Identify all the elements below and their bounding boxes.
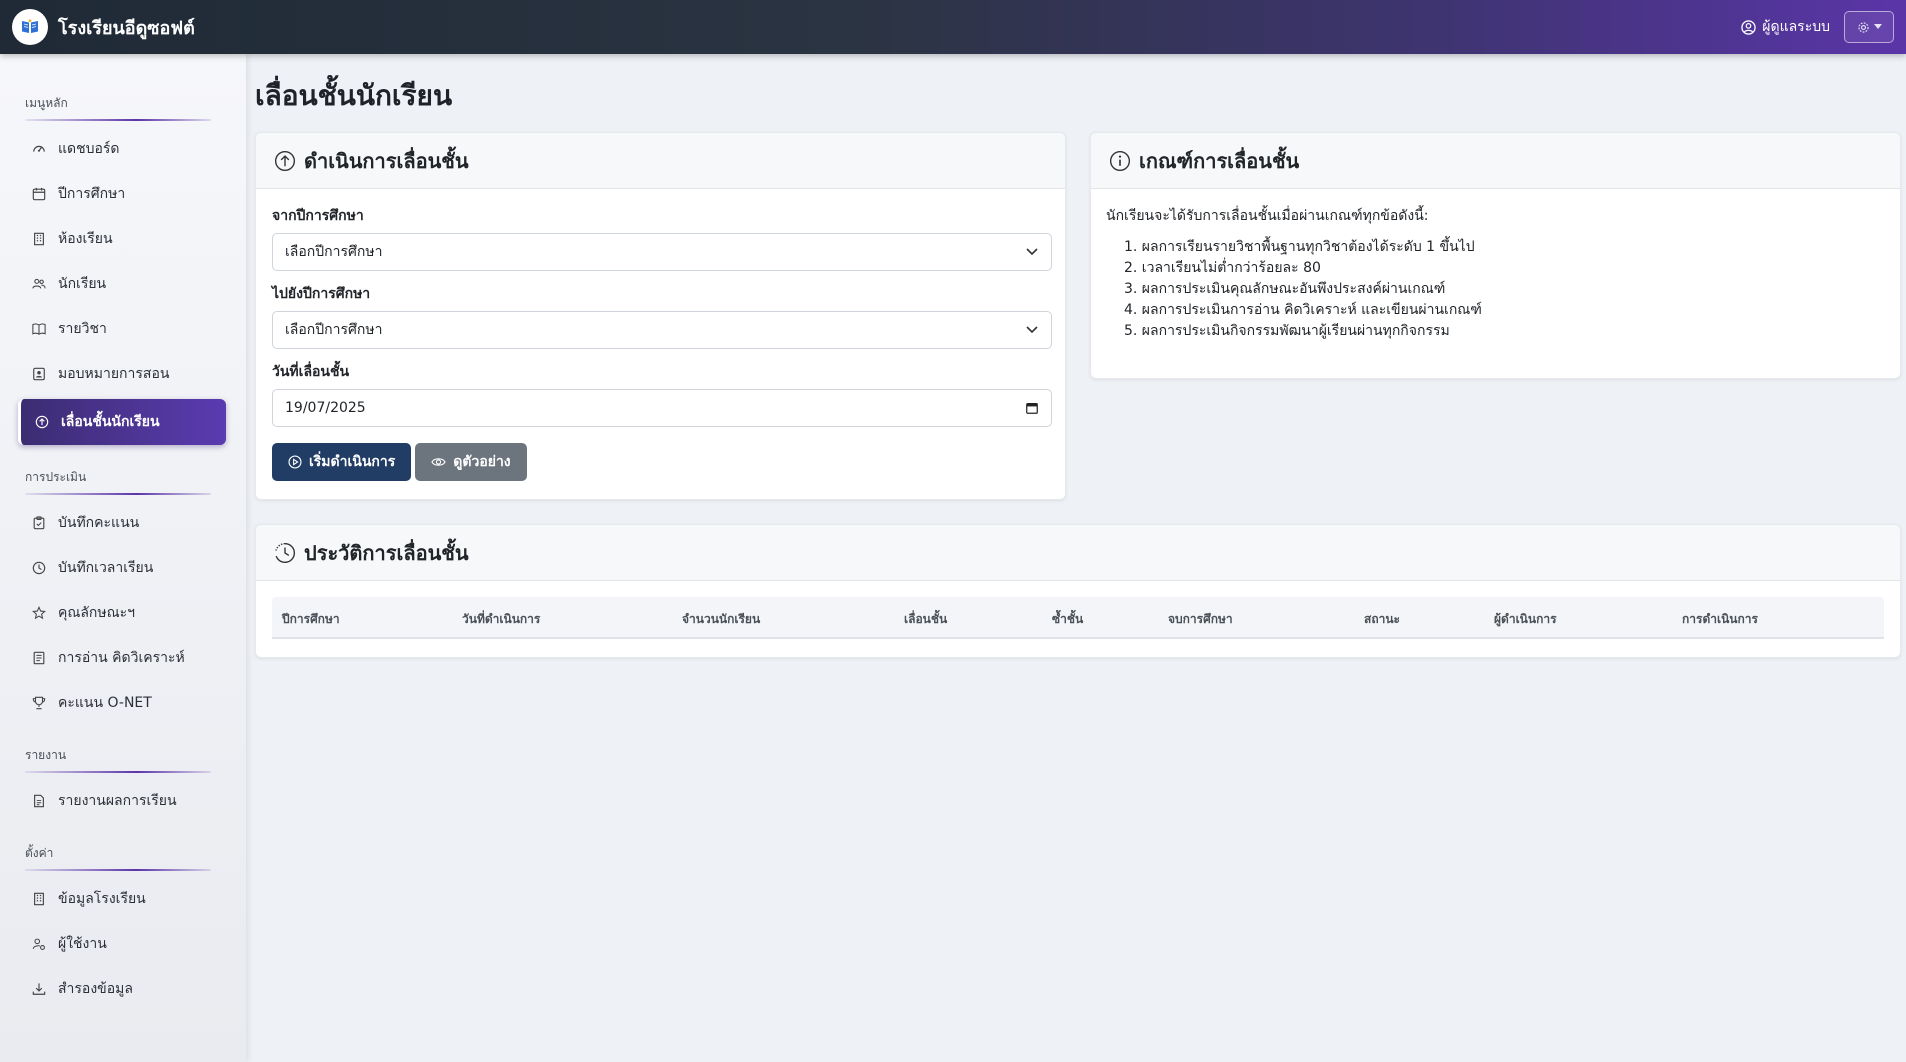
sidebar-section-reports: รายงาน	[25, 746, 246, 773]
col-graduated[interactable]: จบการศึกษา	[1168, 610, 1233, 629]
col-actions[interactable]: การดำเนินการ	[1682, 610, 1758, 629]
promote-card: ดำเนินการเลื่อนชั้น จากปีการศึกษา เลือกป…	[255, 132, 1066, 500]
sidebar-item-record-attendance[interactable]: บันทึกเวลาเรียน	[18, 548, 226, 588]
col-promoted[interactable]: เลื่อนชั้น	[904, 610, 947, 629]
sidebar-item-dashboard[interactable]: แดชบอร์ด	[18, 129, 226, 169]
building-icon	[34, 232, 44, 246]
from-year-value: เลือกปีการศึกษา	[285, 244, 383, 260]
clipboard-icon	[33, 516, 45, 530]
col-student-count[interactable]: จำนวนนักเรียน	[682, 610, 760, 629]
person-circle-icon	[1741, 19, 1756, 35]
calendar-icon	[32, 187, 46, 201]
user-menu[interactable]: ผู้ดูแลระบบ	[1741, 16, 1830, 38]
criteria-card: เกณฑ์การเลื่อนชั้น นักเรียนจะได้รับการเล…	[1090, 132, 1901, 379]
journal-icon	[33, 651, 45, 665]
calendar-icon[interactable]	[1025, 401, 1039, 415]
promotion-date-input[interactable]: 19/07/2025	[272, 389, 1052, 427]
to-year-select[interactable]: เลือกปีการศึกษา	[272, 311, 1052, 349]
promote-card-title: ดำเนินการเลื่อนชั้น	[304, 148, 469, 173]
sidebar-item-teaching-assignment[interactable]: มอบหมายการสอน	[18, 354, 226, 394]
play-circle-icon	[288, 455, 302, 469]
to-year-label: ไปยังปีการศึกษา	[272, 286, 371, 302]
user-name: ผู้ดูแลระบบ	[1762, 19, 1830, 35]
sidebar-section-settings: ตั้งค่า	[25, 844, 246, 871]
sidebar-item-characteristics[interactable]: คุณลักษณะฯ	[18, 593, 226, 633]
brand[interactable]: โรงเรียนอีดูซอฟต์	[12, 9, 195, 45]
history-card: ประวัติการเลื่อนชั้น ปีการศึกษา วันที่ดำ…	[255, 524, 1901, 658]
chevron-down-icon	[1026, 248, 1038, 256]
sidebar-item-academic-year[interactable]: ปีการศึกษา	[18, 174, 226, 214]
promotion-date-label: วันที่เลื่อนชั้น	[272, 364, 350, 380]
col-repeated[interactable]: ซ้ำชั้น	[1052, 610, 1083, 629]
person-gear-icon	[32, 938, 45, 950]
sidebar-item-backup[interactable]: สำรองข้อมูล	[18, 969, 226, 1009]
clock-history-icon	[275, 542, 296, 563]
sidebar-item-students[interactable]: นักเรียน	[18, 264, 226, 304]
criteria-intro: นักเรียนจะได้รับการเลื่อนชั้นเมื่อผ่านเก…	[1106, 208, 1429, 224]
criteria-item: 4. ผลการประเมินการอ่าน คิดวิเคราะห์ และเ…	[1124, 302, 1482, 318]
people-icon	[32, 278, 46, 289]
sidebar-item-reading-analysis[interactable]: การอ่าน คิดวิเคราะห์	[18, 638, 226, 678]
brand-title: โรงเรียนอีดูซอฟต์	[58, 17, 195, 39]
from-year-select[interactable]: เลือกปีการศึกษา	[272, 233, 1052, 271]
sidebar-item-record-scores[interactable]: บันทึกคะแนน	[18, 503, 226, 543]
criteria-item: 5. ผลการประเมินกิจกรรมพัฒนาผู้เรียนผ่านท…	[1124, 323, 1450, 339]
sidebar-item-school-info[interactable]: ข้อมูลโรงเรียน	[18, 879, 226, 919]
sidebar-section-assessment: การประเมิน	[25, 468, 246, 495]
arrow-up-circle-icon	[35, 415, 49, 429]
gear-icon	[1857, 21, 1869, 33]
col-action-date[interactable]: วันที่ดำเนินการ	[462, 610, 540, 629]
trophy-icon	[32, 696, 46, 710]
preview-button[interactable]: ดูตัวอย่าง	[415, 443, 527, 481]
arrow-up-circle-icon	[274, 150, 296, 171]
building-icon	[34, 892, 44, 906]
clock-icon	[32, 561, 46, 575]
settings-dropdown-button[interactable]	[1844, 11, 1894, 43]
history-card-header: ประวัติการเลื่อนชั้น	[256, 525, 1900, 581]
info-circle-icon	[1109, 150, 1131, 171]
person-badge-icon	[33, 367, 45, 381]
criteria-list: 1. ผลการเรียนรายวิชาพื้นฐานทุกวิชาต้องได…	[1106, 237, 1884, 342]
speedometer-icon	[33, 145, 45, 152]
sidebar-item-onet-scores[interactable]: คะแนน O-NET	[18, 683, 226, 723]
book-icon	[32, 323, 46, 335]
criteria-item: 1. ผลการเรียนรายวิชาพื้นฐานทุกวิชาต้องได…	[1124, 239, 1475, 255]
eye-icon	[431, 458, 446, 466]
criteria-item: 3. ผลการประเมินคุณลักษณะอันพึงประสงค์ผ่า…	[1124, 281, 1446, 297]
sidebar: เมนูหลัก แดชบอร์ด ปีการศึกษา ห้องเรียน น…	[0, 54, 246, 1062]
criteria-card-title: เกณฑ์การเลื่อนชั้น	[1139, 148, 1300, 173]
col-operator[interactable]: ผู้ดำเนินการ	[1494, 610, 1557, 629]
sidebar-section-main: เมนูหลัก	[25, 94, 246, 121]
star-icon	[32, 606, 46, 620]
page-title: เลื่อนชั้นนักเรียน	[255, 79, 453, 112]
top-navbar: โรงเรียนอีดูซอฟต์ ผู้ดูแลระบบ	[0, 0, 1906, 54]
history-table-header: ปีการศึกษา วันที่ดำเนินการ จำนวนนักเรียน…	[272, 597, 1884, 639]
from-year-label: จากปีการศึกษา	[272, 208, 364, 224]
sidebar-item-classrooms[interactable]: ห้องเรียน	[18, 219, 226, 259]
file-text-icon	[34, 794, 44, 808]
sidebar-item-subjects[interactable]: รายวิชา	[18, 309, 226, 349]
col-academic-year[interactable]: ปีการศึกษา	[282, 610, 340, 629]
promote-card-header: ดำเนินการเลื่อนชั้น	[256, 133, 1065, 189]
chevron-down-icon	[1026, 326, 1038, 334]
main-content: เลื่อนชั้นนักเรียน ดำเนินการเลื่อนชั้น จ…	[255, 54, 1906, 1062]
download-icon	[32, 983, 46, 995]
to-year-value: เลือกปีการศึกษา	[285, 322, 383, 338]
start-promotion-button[interactable]: เริ่มดำเนินการ	[272, 443, 412, 481]
sidebar-item-grade-report[interactable]: รายงานผลการเรียน	[18, 781, 226, 821]
caret-down-icon	[1873, 24, 1882, 29]
criteria-card-header: เกณฑ์การเลื่อนชั้น	[1091, 133, 1900, 189]
school-logo-icon	[12, 9, 48, 45]
sidebar-item-users[interactable]: ผู้ใช้งาน	[18, 924, 226, 964]
sidebar-item-promote-students[interactable]: เลื่อนชั้นนักเรียน	[18, 399, 226, 445]
criteria-item: 2. เวลาเรียนไม่ต่ำกว่าร้อยละ 80	[1124, 260, 1321, 276]
col-status[interactable]: สถานะ	[1364, 610, 1400, 629]
history-card-title: ประวัติการเลื่อนชั้น	[304, 540, 469, 565]
promotion-date-value: 19/07/2025	[285, 400, 366, 416]
